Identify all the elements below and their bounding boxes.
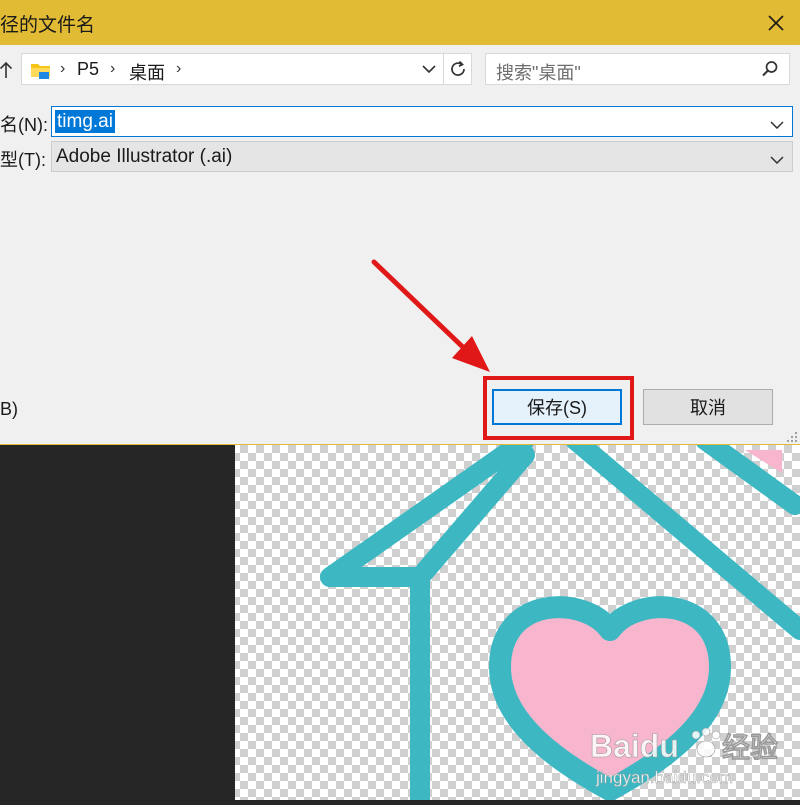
hide-folders-toggle[interactable]: B) xyxy=(0,399,18,420)
search-icon[interactable] xyxy=(761,60,779,83)
folder-icon xyxy=(30,60,52,85)
dialog-title-bar: 径的文件名 xyxy=(0,0,800,45)
watermark-product: 经验 xyxy=(722,731,778,764)
chevron-down-icon xyxy=(422,65,436,73)
search-placeholder: 搜索"桌面" xyxy=(496,63,581,83)
file-type-select[interactable]: Adobe Illustrator (.ai) xyxy=(51,141,793,172)
refresh-button[interactable] xyxy=(443,54,472,84)
watermark-url: jingyan.baidu.com xyxy=(595,768,733,787)
chevron-right-icon[interactable]: › xyxy=(176,60,181,78)
watermark-brand: Baidu xyxy=(590,728,679,764)
chevron-right-icon: › xyxy=(60,60,66,77)
file-type-label: 型(T): xyxy=(0,150,46,170)
pasteboard xyxy=(0,445,235,800)
address-dropdown-button[interactable] xyxy=(418,54,440,84)
close-icon xyxy=(768,14,784,31)
search-input[interactable]: 搜索"桌面" xyxy=(485,53,790,85)
chevron-down-icon xyxy=(770,156,784,165)
file-type-dropdown[interactable] xyxy=(770,151,784,169)
file-type-value: Adobe Illustrator (.ai) xyxy=(56,146,233,167)
breadcrumb-item[interactable]: P5 xyxy=(77,59,99,80)
up-arrow-icon xyxy=(0,61,12,78)
up-button[interactable] xyxy=(0,55,14,85)
address-bar[interactable]: › P5 › 桌面 › xyxy=(21,53,472,85)
file-name-label: 名(N): xyxy=(0,115,48,135)
paw-icon xyxy=(691,727,721,758)
breadcrumb-item[interactable]: 桌面 xyxy=(129,59,165,85)
dialog-title: 径的文件名 xyxy=(0,15,96,36)
file-name-dropdown[interactable] xyxy=(770,116,784,134)
close-button[interactable] xyxy=(752,0,800,45)
annotation-highlight-box xyxy=(483,376,634,440)
resize-grip-icon[interactable] xyxy=(783,428,799,444)
chevron-right-icon[interactable]: › xyxy=(110,60,115,78)
cancel-button[interactable]: 取消 xyxy=(643,389,773,425)
baidu-watermark: Baidu 经验 jingyan.baidu.com xyxy=(590,725,790,800)
save-dialog-body xyxy=(0,45,800,445)
refresh-icon xyxy=(451,60,465,76)
file-name-value[interactable]: timg.ai xyxy=(55,110,115,133)
chevron-down-icon xyxy=(770,121,784,130)
file-name-input[interactable]: timg.ai xyxy=(51,106,793,137)
